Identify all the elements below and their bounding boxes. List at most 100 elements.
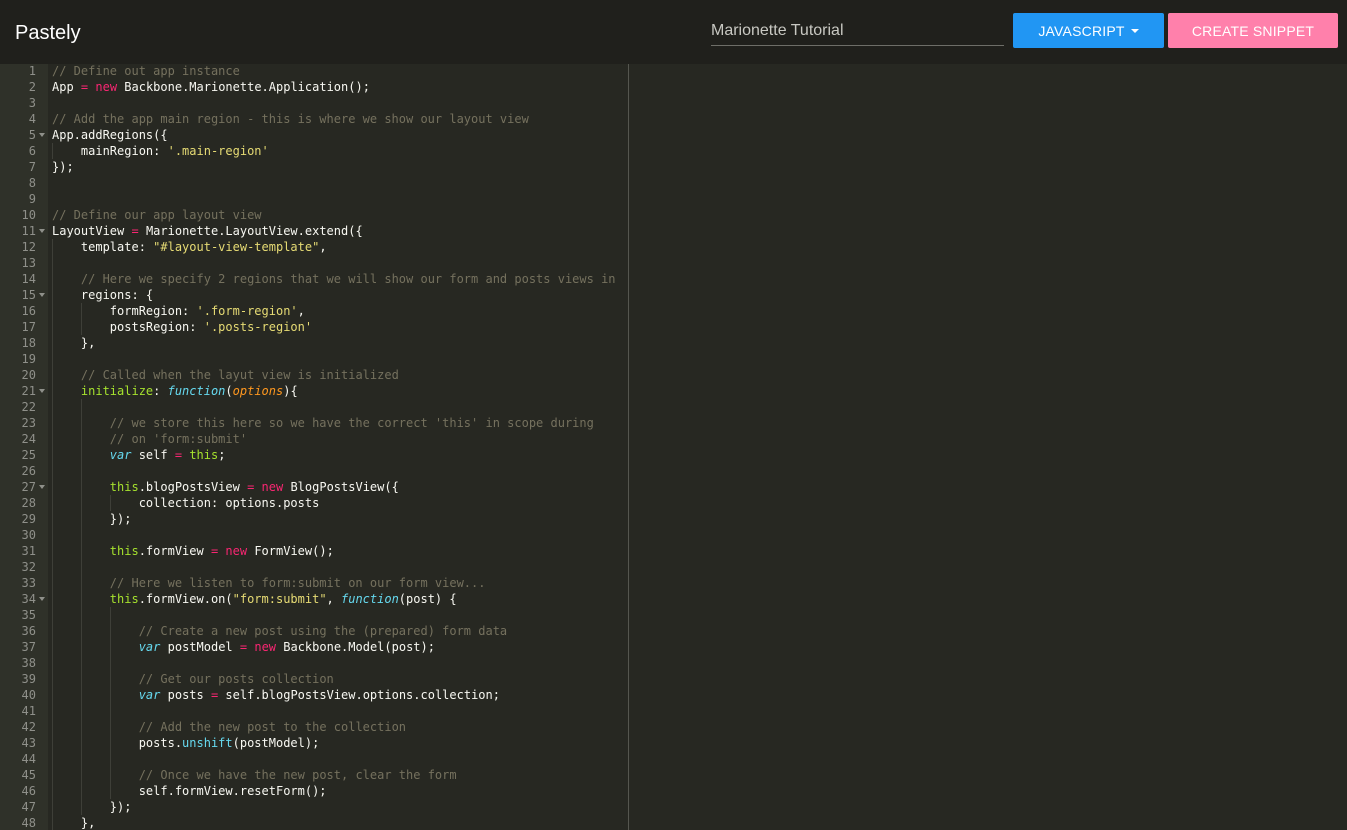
code-line[interactable]: 24 // on 'form:submit' (0, 431, 628, 447)
code-line[interactable]: 46 self.formView.resetForm(); (0, 783, 628, 799)
code-token: this (109, 592, 139, 606)
indent-guide (110, 655, 111, 671)
line-number: 26 (21, 464, 36, 478)
code-line[interactable]: 28 collection: options.posts (0, 495, 628, 511)
code-line[interactable]: 35 (0, 607, 628, 623)
code-token: }, (52, 816, 96, 830)
code-line[interactable]: 3 (0, 95, 628, 111)
fold-arrow-icon[interactable] (39, 597, 45, 601)
code-lines[interactable]: 1 // Define out app instance 2 App = new Ba… (0, 64, 628, 830)
code-line[interactable]: 8 (0, 175, 628, 191)
code-text: posts.unshift(postModel); (52, 735, 320, 751)
code-line[interactable]: 41 (0, 703, 628, 719)
line-number: 48 (21, 816, 36, 830)
code-line[interactable]: 19 (0, 351, 628, 367)
code-line[interactable]: 16 formRegion: '.form-region', (0, 303, 628, 319)
code-token: postModel (160, 640, 240, 654)
line-number: 32 (21, 560, 36, 574)
code-line[interactable]: 37 var postModel = new Backbone.Model(po… (0, 639, 628, 655)
code-editor[interactable]: 1 // Define out app instance 2 App = new Ba… (0, 64, 1347, 830)
code-line[interactable]: 10 // Define our app layout view (0, 207, 628, 223)
code-token: new (225, 544, 248, 558)
code-token: // Once we have the new post, clear the … (138, 768, 457, 782)
line-number: 7 (28, 160, 36, 174)
top-app-bar: Pastely JAVASCRIPT CREATE SNIPPET (0, 0, 1347, 64)
line-number: 39 (21, 672, 36, 686)
code-line[interactable]: 22 (0, 399, 628, 415)
code-text: mainRegion: '.main-region' (52, 143, 269, 159)
fold-arrow-icon[interactable] (39, 293, 45, 297)
code-line[interactable]: 39 // Get our posts collection (0, 671, 628, 687)
code-line[interactable]: 48 }, (0, 815, 628, 830)
line-number: 19 (21, 352, 36, 366)
fold-arrow-icon[interactable] (39, 389, 45, 393)
code-text: // Here we listen to form:submit on our … (52, 575, 486, 591)
code-line[interactable]: 5 App.addRegions({ (0, 127, 628, 143)
indent-guide (81, 559, 82, 575)
code-line[interactable]: 20 // Called when the layut view is init… (0, 367, 628, 383)
code-text: this.formView = new FormView(); (52, 543, 334, 559)
code-line[interactable]: 6 mainRegion: '.main-region' (0, 143, 628, 159)
code-line[interactable]: 29 }); (0, 511, 628, 527)
line-number: 31 (21, 544, 36, 558)
create-snippet-button[interactable]: CREATE SNIPPET (1168, 13, 1338, 48)
code-line[interactable]: 26 (0, 463, 628, 479)
language-dropdown-button[interactable]: JAVASCRIPT (1013, 13, 1164, 48)
code-text: // Once we have the new post, clear the … (52, 767, 457, 783)
code-line[interactable]: 12 template: "#layout-view-template", (0, 239, 628, 255)
code-line[interactable]: 11 LayoutView = Marionette.LayoutView.ext… (0, 223, 628, 239)
code-line[interactable]: 25 var self = this; (0, 447, 628, 463)
code-text: }); (52, 159, 74, 175)
code-line[interactable]: 44 (0, 751, 628, 767)
code-token: this (109, 480, 139, 494)
line-number: 23 (21, 416, 36, 430)
code-line[interactable]: 36 // Create a new post using the (prepa… (0, 623, 628, 639)
code-token: .formView.on( (138, 592, 233, 606)
code-line[interactable]: 9 (0, 191, 628, 207)
code-line[interactable]: 21 initialize: function(options){ (0, 383, 628, 399)
code-text: // Define out app instance (52, 64, 240, 79)
code-line[interactable]: 33 // Here we listen to form:submit on o… (0, 575, 628, 591)
code-token: new (254, 640, 277, 654)
code-line[interactable]: 15 regions: { (0, 287, 628, 303)
code-line[interactable]: 13 (0, 255, 628, 271)
code-line[interactable]: 40 var posts = self.blogPostsView.option… (0, 687, 628, 703)
fold-arrow-icon[interactable] (39, 133, 45, 137)
snippet-title-input[interactable] (711, 17, 1004, 46)
code-line[interactable]: 7}); (0, 159, 628, 175)
line-number: 13 (21, 256, 36, 270)
fold-arrow-icon[interactable] (39, 485, 45, 489)
code-line[interactable]: 2 App = new Backbone.Marionette.Applicati… (0, 79, 628, 95)
indent-guide (81, 399, 82, 415)
code-line[interactable]: 47 }); (0, 799, 628, 815)
code-line[interactable]: 1 // Define out app instance (0, 64, 628, 79)
code-text: self.formView.resetForm(); (52, 783, 327, 799)
code-line[interactable]: 38 (0, 655, 628, 671)
code-line[interactable]: 42 // Add the new post to the collection (0, 719, 628, 735)
fold-arrow-icon[interactable] (39, 229, 45, 233)
code-line[interactable]: 45 // Once we have the new post, clear t… (0, 767, 628, 783)
app-brand[interactable]: Pastely (15, 21, 81, 45)
code-line[interactable]: 34 this.formView.on("form:submit", funct… (0, 591, 628, 607)
code-line[interactable]: 18 }, (0, 335, 628, 351)
code-token: // Here we listen to form:submit on our … (109, 576, 486, 590)
code-line[interactable]: 14 // Here we specify 2 regions that we … (0, 271, 628, 287)
code-line[interactable]: 31 this.formView = new FormView(); (0, 543, 628, 559)
code-token: '.posts-region' (203, 320, 313, 334)
code-line[interactable]: 23 // we store this here so we have the … (0, 415, 628, 431)
code-line[interactable]: 27 this.blogPostsView = new BlogPostsVie… (0, 479, 628, 495)
line-number: 44 (21, 752, 36, 766)
code-token: // we store this here so we have the cor… (109, 416, 594, 430)
code-line[interactable]: 30 (0, 527, 628, 543)
code-line[interactable]: 32 (0, 559, 628, 575)
code-line[interactable]: 17 postsRegion: '.posts-region' (0, 319, 628, 335)
line-number: 28 (21, 496, 36, 510)
code-line[interactable]: 43 posts.unshift(postModel); (0, 735, 628, 751)
line-number: 29 (21, 512, 36, 526)
code-line[interactable]: 4 // Add the app main region - this is wh… (0, 111, 628, 127)
